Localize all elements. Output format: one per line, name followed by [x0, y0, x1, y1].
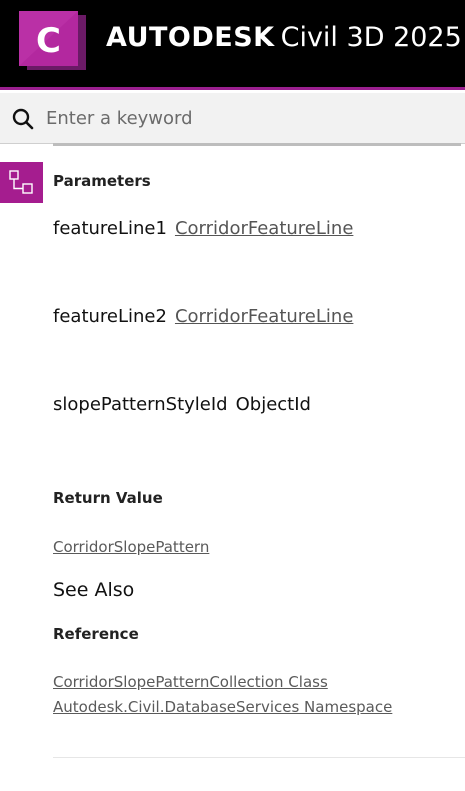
parameter-name: slopePatternStyleId: [53, 394, 228, 415]
return-type-link[interactable]: CorridorSlopePattern: [53, 538, 209, 556]
see-also-heading: See Also: [53, 579, 135, 601]
parameters-heading: Parameters: [53, 172, 151, 190]
search-icon[interactable]: [12, 108, 34, 130]
scrolled-content-edge: [53, 143, 461, 146]
search-bar: [0, 93, 465, 144]
parameter-row: featureLine1 CorridorFeatureLine: [53, 218, 353, 239]
reference-link-class[interactable]: CorridorSlopePatternCollection Class: [53, 673, 328, 691]
parameter-row: featureLine2 CorridorFeatureLine: [53, 306, 353, 327]
parameter-row: slopePatternStyleId ObjectId: [53, 394, 311, 415]
parameter-type: ObjectId: [235, 394, 311, 415]
toc-toggle-button[interactable]: [0, 162, 43, 203]
tree-structure-icon: [9, 170, 33, 194]
parameter-type-link[interactable]: CorridorFeatureLine: [175, 306, 353, 327]
reference-heading: Reference: [53, 625, 139, 643]
parameter-name: featureLine1: [53, 218, 167, 239]
search-input[interactable]: [46, 102, 446, 134]
brand-company: AUTODESK: [106, 22, 275, 53]
app-header: C AUTODESK Civil 3D 2025: [0, 0, 465, 90]
civil3d-logo-icon[interactable]: C: [19, 11, 90, 74]
return-value-heading: Return Value: [53, 489, 163, 507]
reference-link-namespace[interactable]: Autodesk.Civil.DatabaseServices Namespac…: [53, 698, 392, 716]
parameter-type-link[interactable]: CorridorFeatureLine: [175, 218, 353, 239]
footer-divider: [53, 757, 465, 758]
product-title: AUTODESK Civil 3D 2025: [106, 20, 462, 56]
parameter-name: featureLine2: [53, 306, 167, 327]
brand-product: Civil 3D 2025: [280, 22, 462, 53]
logo-letter: C: [36, 21, 61, 61]
